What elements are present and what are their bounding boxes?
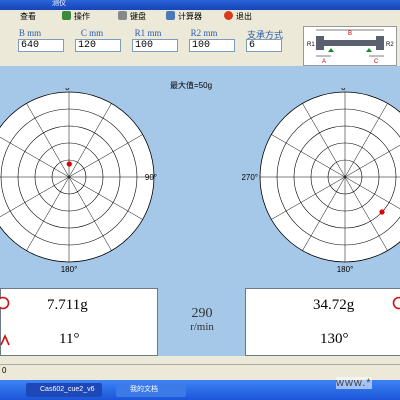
right-angle-value: 130°	[320, 331, 349, 347]
diagram-label-r2: R2	[386, 42, 394, 48]
param-c-label: C mm	[80, 28, 104, 38]
diagram-label-a: A	[322, 59, 326, 65]
param-r1-input[interactable]	[132, 39, 178, 52]
right-angle-270: 270°	[241, 173, 258, 182]
max-value-label: 最大值=50g	[170, 81, 213, 90]
right-angle-0: 0°	[341, 88, 349, 92]
menu-view-label: 查看	[20, 12, 36, 21]
right-polar-plot: 0° 270° 180°	[241, 88, 400, 274]
left-angle-value: 11°	[59, 331, 80, 347]
left-weight-value: 7.711g	[47, 297, 88, 313]
menu-view[interactable]: 查看	[20, 11, 36, 23]
param-r2-input[interactable]	[189, 39, 235, 52]
menu-operate-label: 操作	[74, 12, 90, 21]
right-unbalance-marker	[379, 209, 385, 215]
left-angle-0: 0°	[65, 88, 73, 92]
right-readout-panel: 34.72g 130°	[245, 288, 400, 356]
taskbar-item-cas602-label: Cas602_cue2_v6	[40, 386, 95, 393]
taskbar-item-my-documents-label: 我的文档	[130, 386, 158, 393]
param-b-label: B mm	[18, 28, 42, 38]
window-title: 测仪	[52, 0, 66, 7]
exit-icon	[224, 11, 233, 20]
menu-bar: 查看 操作 键盘 计算器 退出	[0, 10, 400, 25]
right-weight-indicator-icon	[392, 296, 400, 310]
operate-icon	[62, 11, 71, 20]
weight-indicator-icon	[0, 296, 10, 310]
param-b-input[interactable]	[18, 39, 64, 52]
rotor-diagram-graphic: B R1 R2 A C	[307, 29, 394, 65]
param-c-input[interactable]	[75, 39, 121, 52]
right-weight-value: 34.72g	[313, 297, 355, 313]
menu-calculator[interactable]: 计算器	[166, 11, 202, 23]
left-unbalance-marker	[66, 161, 72, 167]
rotor-diagram: B R1 R2 A C	[303, 26, 397, 66]
taskbar-item-my-documents[interactable]: 我的文档	[116, 383, 186, 397]
param-support-input[interactable]	[246, 39, 282, 52]
diagram-label-c: C	[374, 59, 379, 65]
menu-exit[interactable]: 退出	[224, 11, 252, 23]
status-bar: 0	[0, 364, 400, 377]
param-r2-label: R2 mm	[190, 28, 218, 38]
calculator-icon	[166, 11, 175, 20]
watermark: www.*	[336, 377, 372, 389]
right-angle-180: 180°	[337, 265, 354, 274]
menu-calculator-label: 计算器	[178, 12, 202, 21]
status-text: 0	[2, 366, 7, 375]
taskbar-item-cas602[interactable]: Cas602_cue2_v6	[26, 383, 102, 397]
diagram-label-b: B	[348, 31, 352, 37]
left-angle-180: 180°	[61, 265, 78, 274]
menu-operate[interactable]: 操作	[62, 11, 90, 23]
menu-keyboard-label: 键盘	[130, 12, 146, 21]
keyboard-icon	[118, 11, 127, 20]
menu-keyboard[interactable]: 键盘	[118, 11, 146, 23]
menu-exit-label: 退出	[236, 12, 252, 21]
diagram-label-r1: R1	[307, 42, 315, 48]
angle-indicator-icon	[0, 334, 10, 346]
param-r1-label: R1 mm	[134, 28, 162, 38]
speed-value: 290	[191, 306, 213, 321]
left-angle-90: 90°	[145, 173, 157, 182]
left-polar-plot: 0° 90° 180°	[0, 88, 157, 274]
left-readout-panel: 7.711g 11°	[0, 288, 158, 356]
title-bar: 测仪	[0, 0, 400, 10]
speed-unit: r/min	[190, 321, 214, 333]
